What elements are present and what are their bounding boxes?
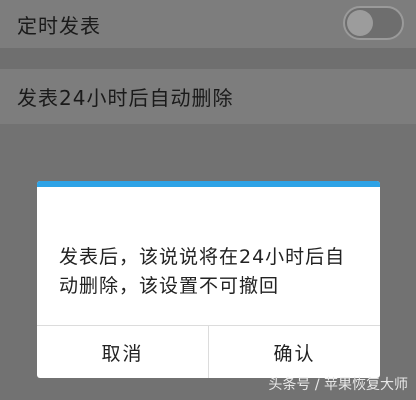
watermark-text: 头条号 / 苹果恢复大师 [268, 377, 408, 393]
dialog-accent-bar [37, 181, 380, 187]
scheduled-post-toggle[interactable] [343, 6, 404, 40]
scheduled-post-label: 定时发表 [17, 13, 101, 38]
confirm-button[interactable]: 确认 [209, 326, 380, 378]
auto-delete-row[interactable]: 发表24小时后自动删除 [0, 69, 416, 183]
confirm-dialog: 发表后，该说说将在24小时后自动删除，该设置不可撤回 取消 确认 [37, 181, 380, 378]
section-divider [0, 48, 416, 69]
dialog-message: 发表后，该说说将在24小时后自动删除，该设置不可撤回 [59, 246, 346, 297]
scheduled-post-row[interactable]: 定时发表 [0, 0, 416, 48]
auto-delete-label: 发表24小时后自动删除 [17, 86, 234, 110]
toggle-knob [347, 10, 373, 36]
cancel-button[interactable]: 取消 [37, 326, 208, 378]
